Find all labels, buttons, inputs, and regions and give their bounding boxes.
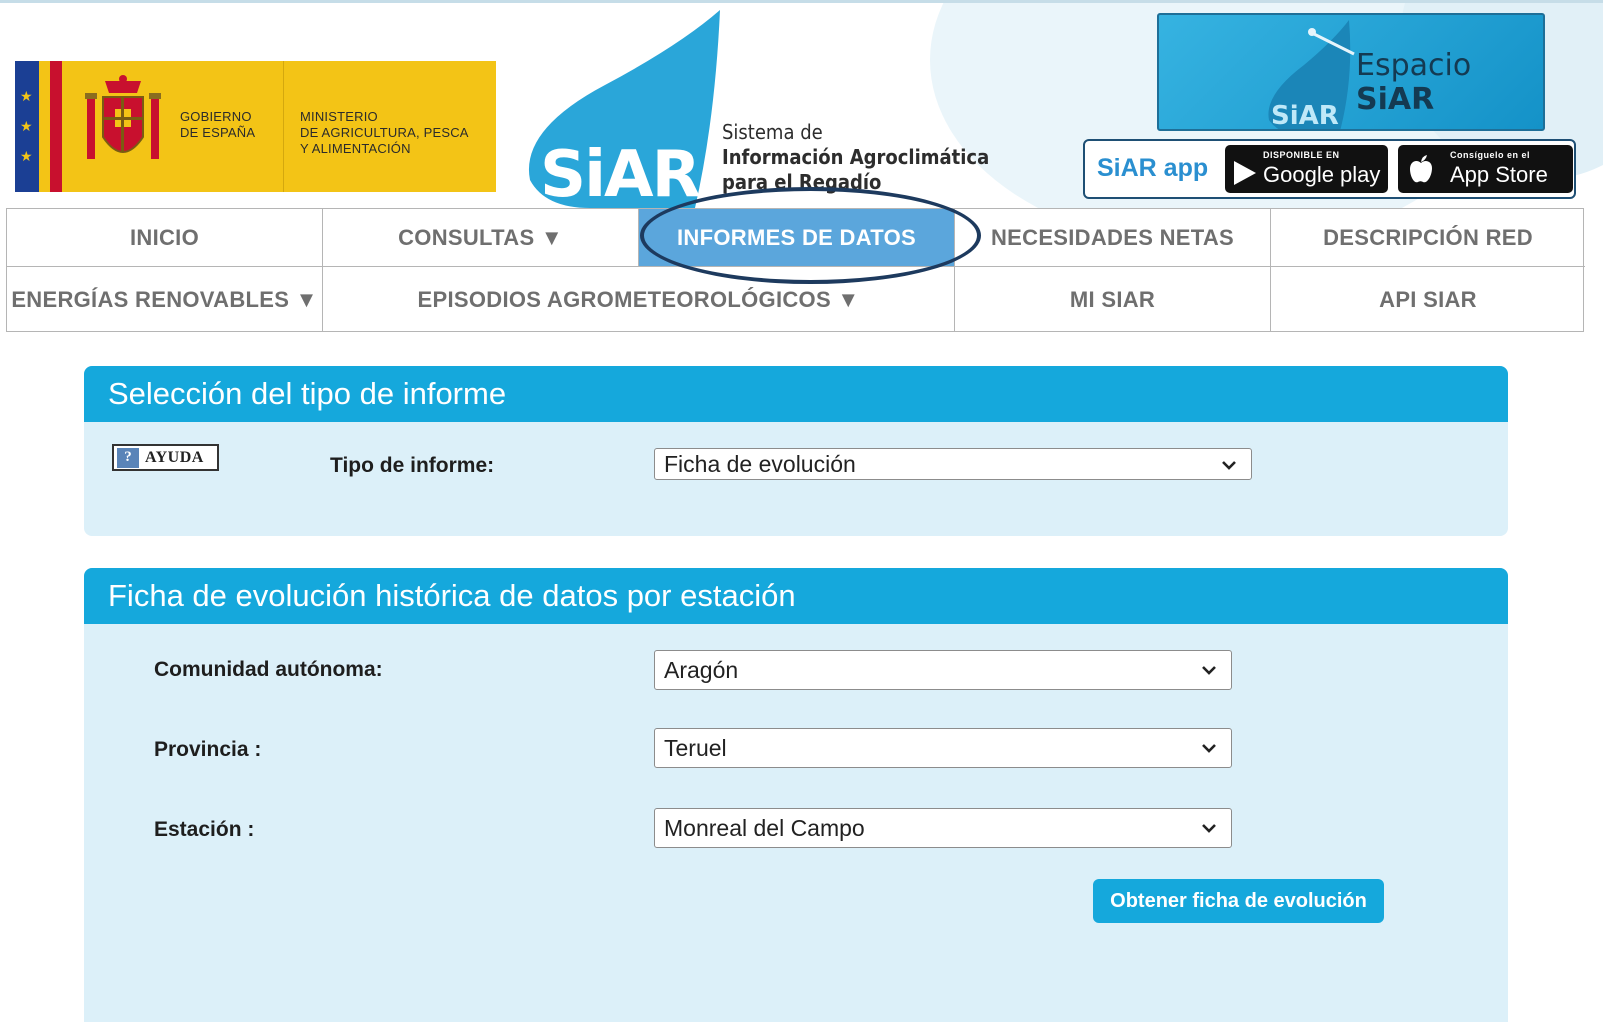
nav-episodios-agrometeorologicos[interactable]: EPISODIOS AGROMETEOROLÓGICOS ▼ <box>323 267 955 332</box>
help-button[interactable]: ? AYUDA <box>112 444 219 471</box>
province-value: Teruel <box>664 734 727 761</box>
chevron-down-icon <box>1202 744 1216 753</box>
site-header: ★ ★ ★ GOBIERNO DE ESPAÑA MINISTERIO DE A… <box>0 0 1603 208</box>
chevron-down-icon <box>1222 461 1236 470</box>
community-value: Aragón <box>664 656 739 683</box>
app-download-bar: SiAR app DISPONIBLE EN Google play Consí… <box>1083 139 1576 199</box>
community-label: Comunidad autónoma: <box>154 658 383 681</box>
app-store-button[interactable]: Consíguelo en el App Store <box>1398 145 1573 193</box>
help-label: AYUDA <box>145 448 204 466</box>
station-value: Monreal del Campo <box>664 814 865 841</box>
nav-energias-renovables[interactable]: ENERGÍAS RENOVABLES ▼ <box>7 267 323 332</box>
main-nav: INICIO CONSULTAS ▼ INFORMES DE DATOS NEC… <box>6 208 1585 332</box>
nav-api-siar[interactable]: API SIAR <box>1271 267 1585 332</box>
chevron-down-icon <box>1202 666 1216 675</box>
siar-logo-text[interactable]: SiAR <box>540 138 701 208</box>
chevron-down-icon <box>1202 824 1216 833</box>
spanish-flag-icon: ★ ★ ★ <box>15 61 62 192</box>
nav-necesidades-netas[interactable]: NECESIDADES NETAS <box>955 209 1271 267</box>
google-play-button[interactable]: DISPONIBLE EN Google play <box>1225 145 1388 193</box>
app-store-small-text: Consíguelo en el <box>1450 150 1531 160</box>
ministerio-label: MINISTERIO DE AGRICULTURA, PESCA Y ALIME… <box>300 109 469 156</box>
google-play-icon <box>1234 161 1256 185</box>
siar-tagline: Sistema de Información Agroclimática par… <box>722 120 990 194</box>
espacio-siar-link[interactable]: Espacio SiAR SiAR <box>1157 13 1545 131</box>
apple-icon <box>1410 155 1432 183</box>
logo-divider <box>283 61 284 192</box>
page: ★ ★ ★ GOBIERNO DE ESPAÑA MINISTERIO DE A… <box>0 0 1603 1022</box>
gobierno-espana-logo[interactable]: ★ ★ ★ GOBIERNO DE ESPAÑA MINISTERIO DE A… <box>15 61 496 192</box>
station-label: Estación : <box>154 818 255 841</box>
station-select[interactable]: Monreal del Campo <box>654 808 1232 848</box>
report-type-value: Ficha de evolución <box>664 450 856 477</box>
community-select[interactable]: Aragón <box>654 650 1232 690</box>
help-icon: ? <box>117 447 139 468</box>
nav-mi-siar[interactable]: MI SIAR <box>955 267 1271 332</box>
report-type-select[interactable]: Ficha de evolución <box>654 448 1252 480</box>
coat-of-arms-icon <box>85 75 161 159</box>
obtain-evolution-button[interactable]: Obtener ficha de evolución <box>1093 879 1384 923</box>
espacio-siar-small-logo: SiAR <box>1271 101 1339 131</box>
google-play-text: Google play <box>1263 162 1381 187</box>
gobierno-label: GOBIERNO DE ESPAÑA <box>180 109 256 140</box>
nav-descripcion-red[interactable]: DESCRIPCIÓN RED <box>1271 209 1585 267</box>
report-type-panel-title: Selección del tipo de informe <box>84 366 1508 422</box>
nav-inicio[interactable]: INICIO <box>7 209 323 267</box>
report-type-label: Tipo de informe: <box>330 454 495 477</box>
espacio-siar-title: Espacio SiAR <box>1356 48 1472 117</box>
province-label: Provincia : <box>154 738 262 761</box>
report-type-panel: Selección del tipo de informe ? AYUDA Ti… <box>84 366 1508 536</box>
siar-app-label: SiAR app <box>1097 154 1209 182</box>
evolution-form-panel: Ficha de evolución histórica de datos po… <box>84 568 1508 1022</box>
app-store-text: App Store <box>1450 162 1548 187</box>
nav-consultas[interactable]: CONSULTAS ▼ <box>323 209 639 267</box>
evolution-form-title: Ficha de evolución histórica de datos po… <box>84 568 1508 624</box>
nav-informes-de-datos[interactable]: INFORMES DE DATOS <box>639 209 955 267</box>
google-play-small-text: DISPONIBLE EN <box>1263 150 1340 160</box>
province-select[interactable]: Teruel <box>654 728 1232 768</box>
